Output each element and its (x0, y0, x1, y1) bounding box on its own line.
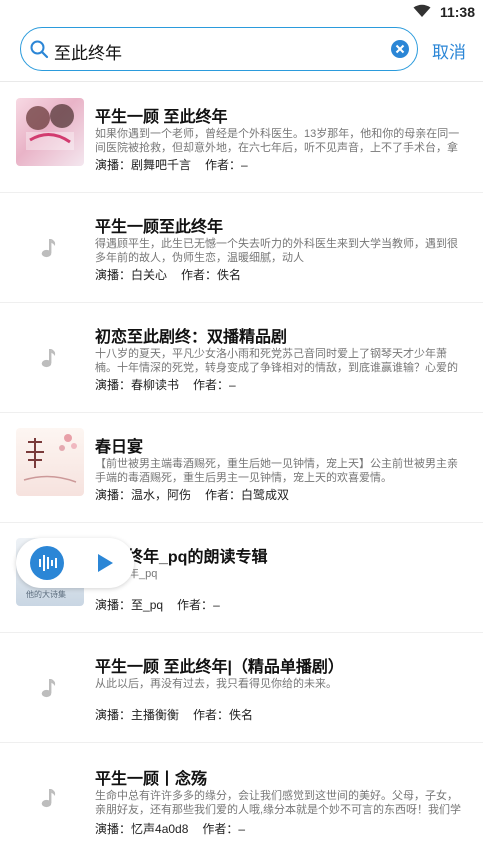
item-meta: 演播：主播衡衡 作者：佚名 (95, 706, 253, 723)
narrator-name: 至_pq (131, 598, 164, 612)
list-item[interactable]: 平生一顾丨念殇 生命中总有许许多多的缘分，会让我们感觉到这世间的美好。父母，子女… (0, 743, 483, 858)
play-icon[interactable] (98, 554, 113, 572)
list-item[interactable]: 平生一顾 至此终年|（精品单播剧） 从此以后，再没有过去，我只看得见你给的未来。… (0, 633, 483, 743)
narrator-name: 主播衡衡 (131, 708, 180, 722)
list-item[interactable]: 平生一顾 至此终年 如果你遇到一个老师，曾经是个外科医生。13岁那年，他和你的母… (0, 83, 483, 193)
item-meta: 演播：白关心 作者：佚名 (95, 266, 241, 283)
author-name: – (213, 598, 220, 612)
album-cover (16, 654, 84, 722)
author-name: – (241, 158, 248, 172)
music-note-icon (41, 349, 56, 368)
narrator-label: 演播： (95, 822, 132, 836)
album-cover (16, 764, 84, 832)
music-note-icon (41, 239, 56, 258)
cover-caption: 他的大诗集 (26, 590, 66, 599)
narrator-name: 剧舞吧千言 (131, 158, 192, 172)
music-note-icon (41, 789, 56, 808)
narrator-name: 春柳读书 (131, 378, 180, 392)
author-label: 作者： (177, 598, 214, 612)
album-cover (16, 324, 84, 392)
item-description: 如果你遇到一个老师，曾经是个外科医生。13岁那年，他和你的母亲在同一间医院被抢救… (95, 128, 460, 154)
author-label: 作者： (205, 488, 242, 502)
voice-wave-icon[interactable] (30, 546, 64, 580)
item-meta: 演播：春柳读书 作者：– (95, 376, 236, 393)
list-item[interactable]: 春日宴 【前世被男主端毒酒赐死，重生后她一见钟情，宠上天】公主前世被男主亲手端的… (0, 413, 483, 523)
music-note-icon (41, 679, 56, 698)
narrator-label: 演播： (95, 598, 132, 612)
album-cover (16, 214, 84, 282)
mini-player[interactable] (16, 538, 134, 588)
clear-icon[interactable] (391, 40, 409, 58)
cancel-button[interactable]: 取消 (432, 38, 466, 63)
narrator-label: 演播： (95, 488, 132, 502)
author-label: 作者： (193, 378, 230, 392)
album-cover (16, 98, 84, 166)
album-cover (16, 428, 84, 496)
item-title: 平生一顾至此终年 (95, 219, 224, 236)
narrator-name: 白关心 (131, 268, 168, 282)
item-meta: 演播：至_pq 作者：– (95, 596, 220, 613)
author-name: 白鹭成双 (241, 488, 290, 502)
author-name: 佚名 (217, 268, 242, 282)
author-name: 佚名 (229, 708, 254, 722)
search-icon (30, 40, 49, 59)
wifi-icon (413, 4, 431, 17)
author-name: – (238, 822, 246, 836)
narrator-name: 温水，阿伤 (131, 488, 192, 502)
author-label: 作者： (181, 268, 218, 282)
item-meta: 演播：温水，阿伤 作者：白鹭成双 (95, 486, 289, 503)
author-label: 作者： (193, 708, 230, 722)
item-title: 平生一顾 至此终年|（精品单播剧） (95, 659, 344, 676)
item-description: 至此终年_pq (95, 567, 465, 595)
item-title: 春日宴 (95, 439, 144, 456)
author-label: 作者： (205, 158, 242, 172)
item-description: 从此以后，再没有过去，我只看得见你给的未来。 (95, 678, 337, 690)
narrator-label: 演播： (95, 708, 132, 722)
item-title: 初恋至此剧终：双播精品剧 (95, 329, 288, 346)
item-title: 平生一顾 至此终年 (95, 109, 228, 126)
search-header: 至此终年 取消 (0, 24, 483, 82)
item-description: 得遇顾平生，此生已无憾一个失去听力的外科医生来到大学当教师，遇到很多年前的故人，… (95, 238, 458, 264)
search-query: 至此终年 (54, 44, 122, 63)
item-title: 平生一顾丨念殇 (95, 771, 208, 788)
status-time: 11:38 (439, 4, 475, 20)
list-item[interactable]: 平生一顾至此终年 得遇顾平生，此生已无憾一个失去听力的外科医生来到大学当教师，遇… (0, 193, 483, 303)
narrator-label: 演播： (95, 158, 132, 172)
item-meta: 演播：剧舞吧千言 作者：– (95, 156, 248, 173)
author-label: 作者： (202, 822, 239, 836)
narrator-label: 演播： (95, 268, 132, 282)
author-name: – (229, 378, 236, 392)
narrator-label: 演播： (95, 378, 132, 392)
status-bar: 11:38 (0, 0, 483, 24)
item-description: 【前世被男主端毒酒赐死，重生后她一见钟情，宠上天】公主前世被男主亲手端的毒酒赐死… (95, 458, 458, 484)
item-description: 十八岁的夏天，平凡少女洛小雨和死党苏己音同时爱上了钢琴天才少年萧楠。十年情深的死… (95, 348, 458, 374)
search-input[interactable]: 至此终年 (20, 27, 418, 71)
item-description: 生命中总有许许多多的缘分，会让我们感觉到这世间的美好。父母，子女，亲朋好友，还有… (95, 790, 462, 816)
list-item[interactable]: 初恋至此剧终：双播精品剧 十八岁的夏天，平凡少女洛小雨和死党苏己音同时爱上了钢琴… (0, 303, 483, 413)
cover-art-icon (23, 434, 77, 483)
item-meta: 演播：忆声4a0d8 作者：– (95, 820, 245, 837)
cover-art-icon (26, 104, 74, 150)
narrator-name: 忆声4a0d8 (131, 822, 189, 836)
